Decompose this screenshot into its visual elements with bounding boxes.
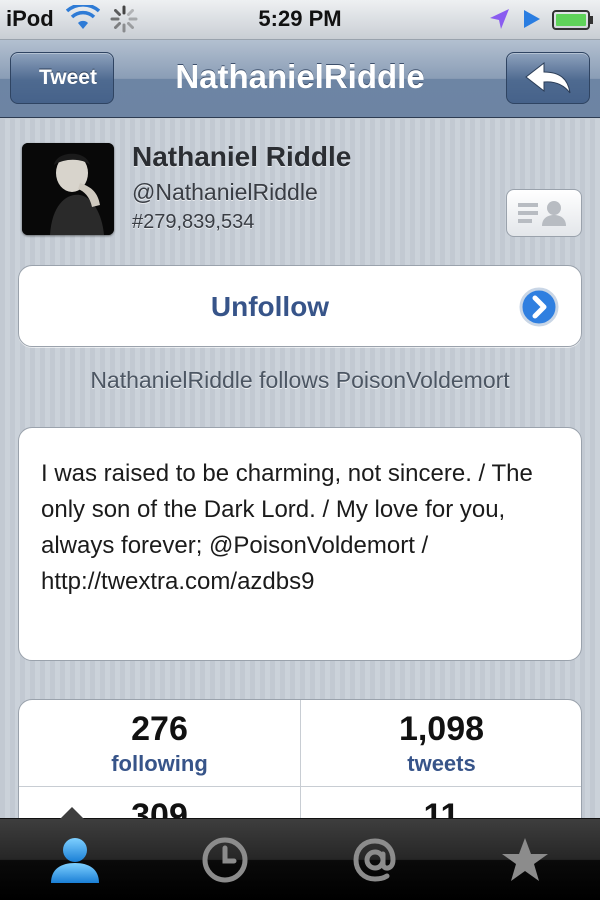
avatar[interactable] xyxy=(22,143,114,235)
bio-text: I was raised to be charming, not sincere… xyxy=(41,460,533,595)
stat-tweets[interactable]: 1,098 tweets xyxy=(301,700,581,786)
back-button[interactable]: Tweet xyxy=(10,52,114,104)
stat-value: 11 xyxy=(423,797,460,819)
person-icon xyxy=(51,838,99,883)
profile-name: Nathaniel Riddle xyxy=(132,141,352,172)
reply-button[interactable] xyxy=(506,52,590,104)
tab-mentions[interactable] xyxy=(300,819,450,900)
profile-content: Nathaniel Riddle @NathanielRiddle #279,8… xyxy=(0,119,600,819)
play-icon xyxy=(524,10,540,28)
avatar-photo xyxy=(22,143,114,235)
unfollow-button[interactable]: Unfollow xyxy=(18,265,582,347)
reply-arrow-icon xyxy=(525,61,571,94)
tab-favorites[interactable] xyxy=(450,819,600,900)
unfollow-label: Unfollow xyxy=(210,291,330,322)
back-button-label: Tweet xyxy=(39,66,97,89)
profile-handle: @NathanielRiddle xyxy=(132,179,318,205)
profile-user-id: #279,839,534 xyxy=(132,211,255,233)
chevron-right-icon xyxy=(519,287,559,327)
page-title: NathanielRiddle xyxy=(175,58,425,95)
at-icon xyxy=(353,838,396,882)
contact-card-icon xyxy=(518,201,566,226)
stat-value: 1,098 xyxy=(398,710,485,748)
stat-label: following xyxy=(111,751,208,776)
navigation-bar: Tweet NathanielRiddle xyxy=(0,40,600,118)
contact-card-button[interactable] xyxy=(506,189,582,237)
stat-value: 276 xyxy=(131,710,188,748)
battery-icon xyxy=(552,10,593,30)
star-icon xyxy=(502,838,548,881)
tab-timeline[interactable] xyxy=(150,819,300,900)
tab-bar xyxy=(0,807,600,900)
stat-following[interactable]: 276 following xyxy=(19,700,300,786)
tab-profile[interactable] xyxy=(0,819,150,900)
clock-icon xyxy=(202,837,248,883)
stat-favorites[interactable]: 11 xyxy=(301,787,581,819)
relationship-status: NathanielRiddle follows PoisonVoldemort xyxy=(90,367,510,393)
status-bar: iPod 5:29 PM xyxy=(0,0,600,40)
location-arrow-icon xyxy=(490,9,509,29)
stats-grid: 276 following 1,098 tweets 309 11 xyxy=(18,699,582,819)
active-tab-pointer xyxy=(60,807,84,819)
bio-card: I was raised to be charming, not sincere… xyxy=(18,427,582,661)
status-time: 5:29 PM xyxy=(258,6,342,31)
stat-label: tweets xyxy=(407,751,476,776)
